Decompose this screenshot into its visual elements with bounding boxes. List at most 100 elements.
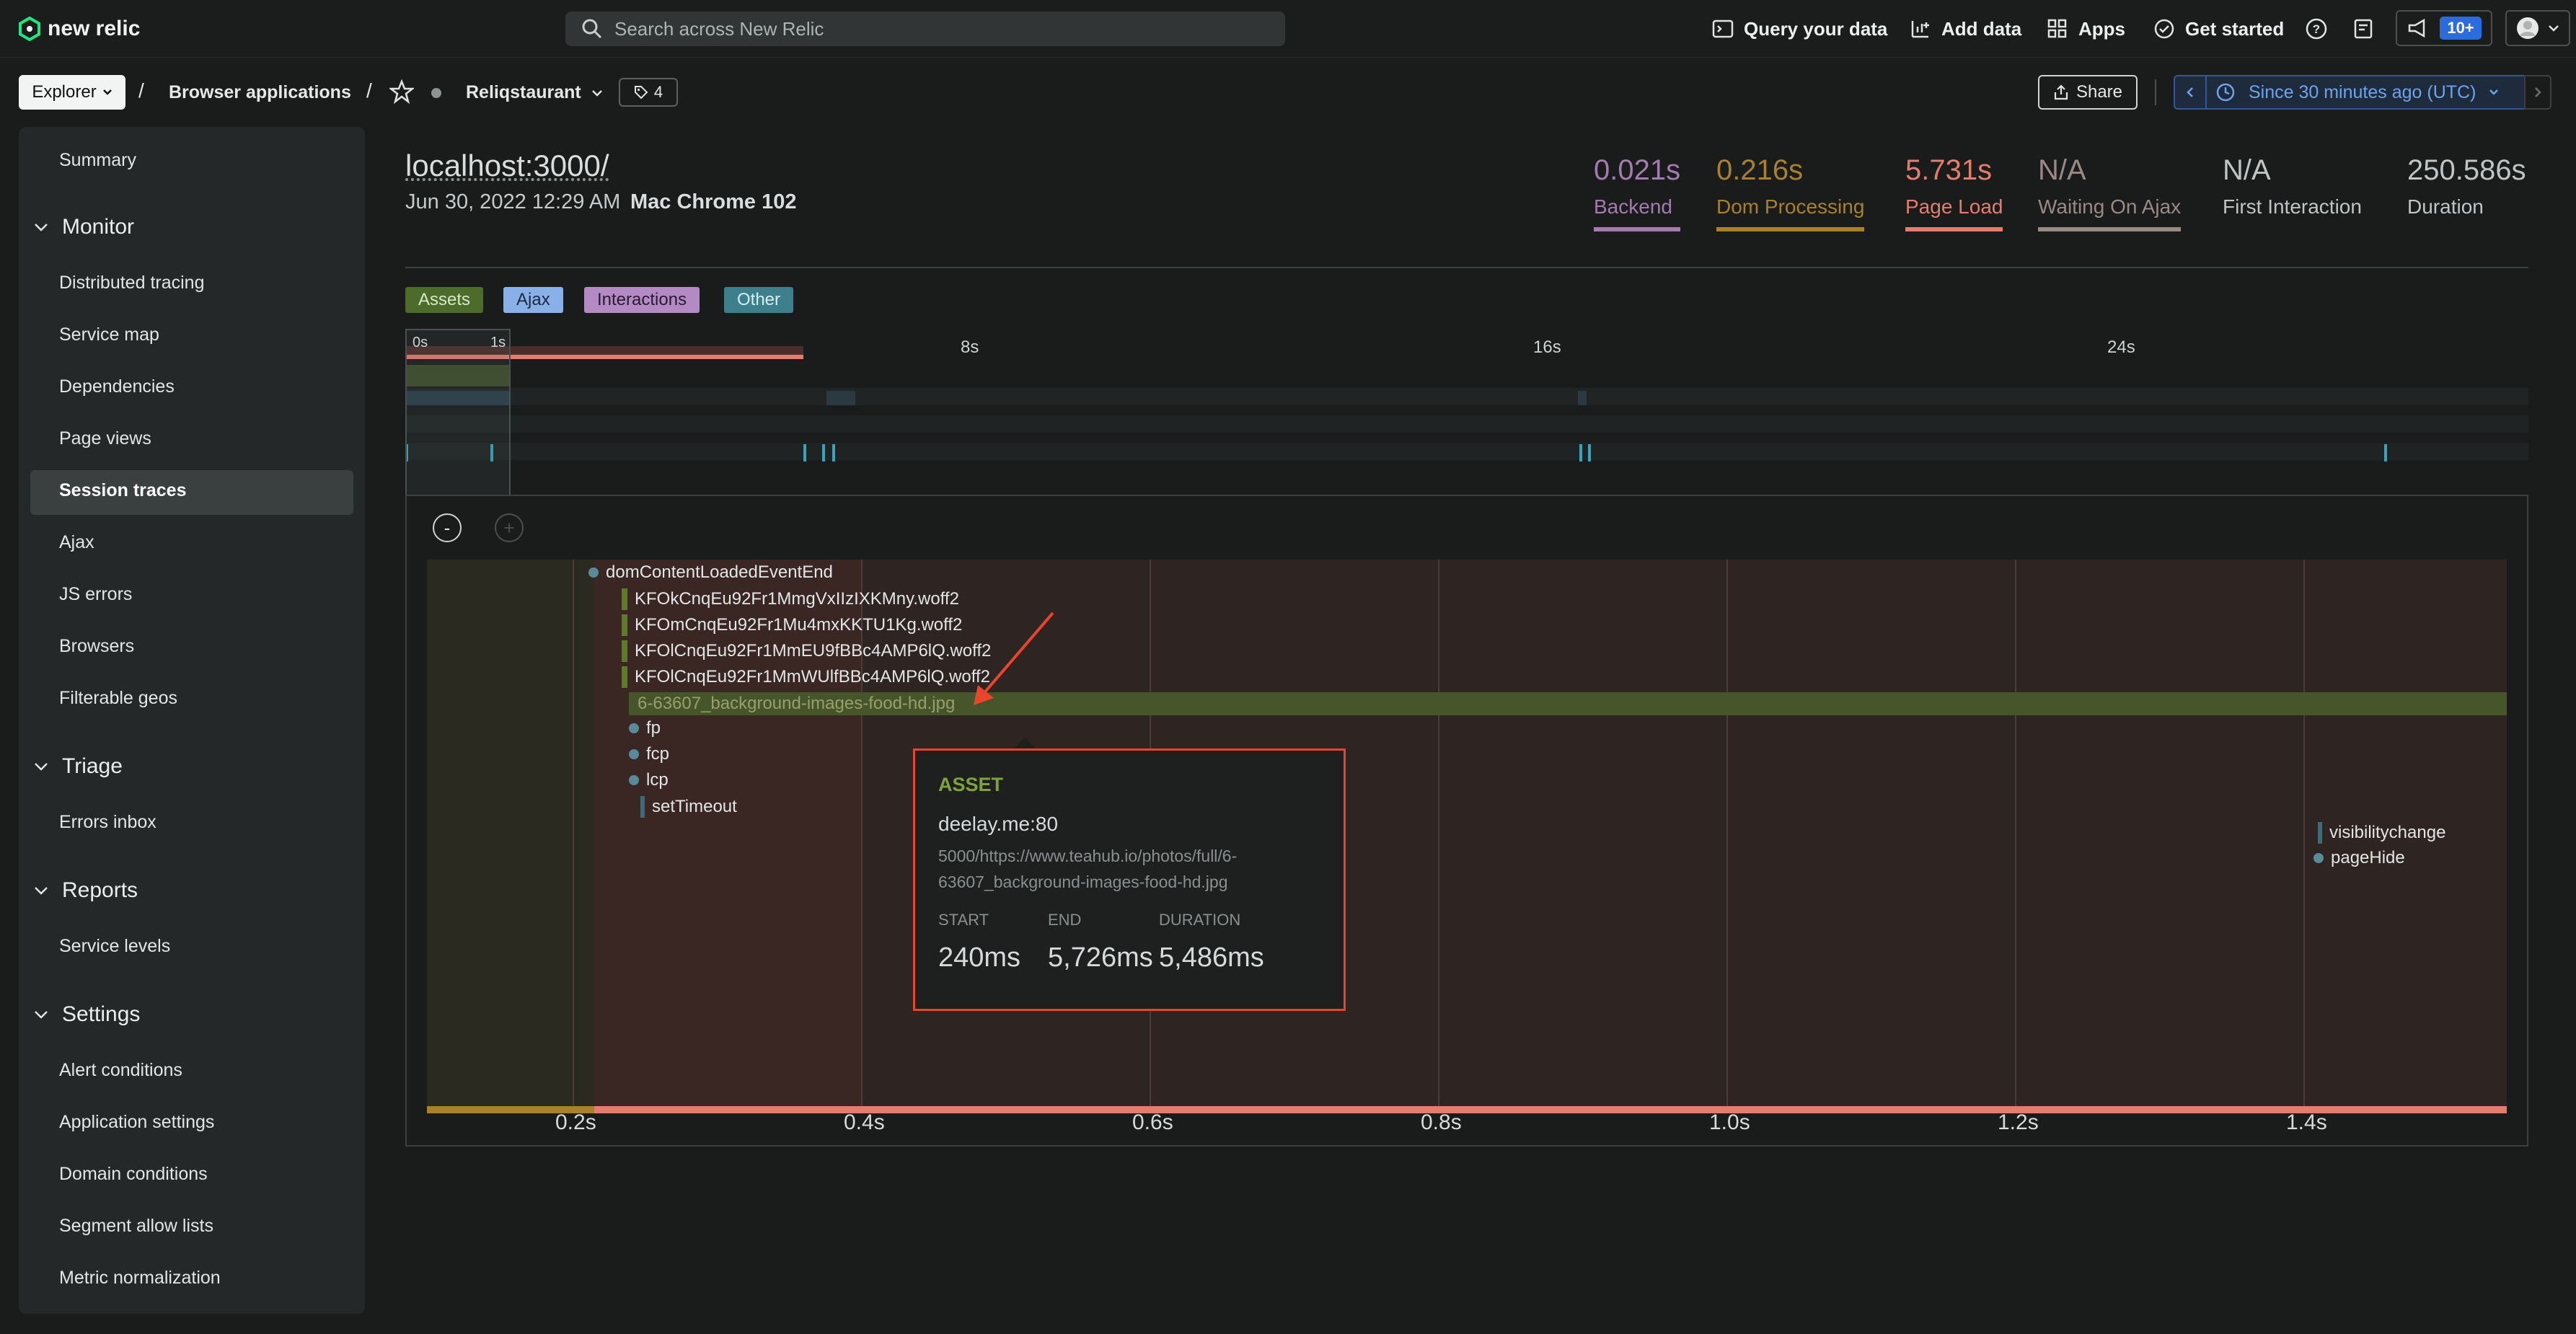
page-url[interactable]: localhost:3000/: [405, 149, 609, 183]
sidebar-item-application-settings[interactable]: Application settings: [59, 1112, 214, 1133]
event-pagehide[interactable]: pageHide: [2313, 848, 2405, 868]
sidebar-section-settings[interactable]: Settings: [33, 1002, 140, 1027]
announcements-button[interactable]: 10+: [2396, 10, 2492, 46]
megaphone-icon: [2409, 18, 2425, 38]
time-next-button[interactable]: [2524, 75, 2551, 110]
event-visibilitychange[interactable]: visibilitychange: [2318, 822, 2445, 844]
sidebar-item-js-errors[interactable]: JS errors: [59, 584, 132, 605]
asset-font-1[interactable]: KFOkCnqEu92Fr1MmgVxIIzIXKMny.woff2: [622, 588, 959, 610]
x-axis-label: 1.4s: [2286, 1110, 2327, 1134]
asset-font-4[interactable]: KFOlCnqEu92Fr1MmWUlfBBc4AMP6lQ.woff2: [622, 666, 990, 688]
asset-label: KFOkCnqEu92Fr1MmgVxIIzIXKMny.woff2: [635, 589, 959, 609]
overview-label-1s: 1s: [490, 335, 506, 350]
sidebar-item-distributed-tracing[interactable]: Distributed tracing: [59, 273, 204, 293]
sidebar-item-alert-conditions[interactable]: Alert conditions: [59, 1060, 182, 1081]
sidebar-item-errors-inbox[interactable]: Errors inbox: [59, 812, 156, 833]
sidebar-item-ajax[interactable]: Ajax: [59, 532, 94, 553]
event-marker: [629, 749, 639, 759]
query-your-data-button[interactable]: Query your data: [1712, 13, 1887, 45]
overview-timeline[interactable]: 0s 1s 8s 16s 24s: [405, 329, 2528, 495]
sidebar-item-dependencies[interactable]: Dependencies: [59, 376, 175, 397]
explorer-button[interactable]: Explorer: [19, 75, 125, 110]
tooltip-host: deelay.me:80: [938, 813, 1059, 835]
chevron-left-icon: [2187, 87, 2193, 97]
sidebar-item-domain-conditions[interactable]: Domain conditions: [59, 1164, 208, 1185]
event-marker: [629, 775, 639, 785]
legend-ajax[interactable]: Ajax: [503, 287, 563, 313]
metric-value: 0.216s: [1716, 154, 1804, 186]
sidebar-section-monitor-label: Monitor: [62, 215, 135, 239]
overview-mark: [832, 444, 835, 461]
sidebar-item-page-views[interactable]: Page views: [59, 428, 151, 449]
share-button[interactable]: Share: [2038, 75, 2138, 110]
sidebar-item-segment-allow-lists[interactable]: Segment allow lists: [59, 1216, 213, 1237]
chevron-down-icon: [35, 763, 48, 771]
legend-interactions[interactable]: Interactions: [584, 287, 700, 313]
zoom-in-button[interactable]: +: [495, 513, 524, 542]
chevron-down-icon: [102, 89, 112, 95]
get-started-label: Get started: [2185, 17, 2285, 40]
new-relic-logo[interactable]: new relic: [19, 13, 140, 45]
tags-button[interactable]: 4: [619, 78, 678, 107]
overview-mark: [1578, 391, 1587, 405]
asset-bar: [622, 666, 627, 688]
event-settimeout[interactable]: setTimeout: [640, 796, 737, 818]
asset-label: 6-63607_background-images-food-hd.jpg: [638, 694, 956, 713]
user-menu-button[interactable]: [2505, 10, 2570, 46]
sidebar-section-reports[interactable]: Reports: [33, 878, 138, 903]
apps-button[interactable]: Apps: [2047, 13, 2125, 45]
zoom-out-button[interactable]: -: [433, 513, 462, 542]
sidebar-item-summary[interactable]: Summary: [59, 150, 136, 171]
feedback-icon[interactable]: [2352, 17, 2376, 40]
explorer-label: Explorer: [32, 82, 97, 102]
zoom-in-label: +: [503, 516, 515, 539]
breadcrumb-browser-applications[interactable]: Browser applications: [169, 82, 351, 103]
asset-font-3[interactable]: KFOlCnqEu92Fr1MmEU9fBBc4AMP6lQ.woff2: [622, 640, 991, 662]
event-domcontentloaded[interactable]: domContentLoadedEventEnd: [588, 562, 833, 583]
tooltip-path: 5000/https://www.teahub.io/photos/full/6…: [938, 847, 1238, 891]
overview-mark: [1588, 444, 1591, 461]
breadcrumb-separator: /: [366, 79, 372, 102]
sidebar-section-triage[interactable]: Triage: [33, 754, 123, 779]
sidebar-item-browsers[interactable]: Browsers: [59, 636, 134, 657]
legend-other[interactable]: Other: [724, 287, 794, 313]
event-label: fp: [646, 718, 661, 738]
event-fp[interactable]: fp: [629, 718, 661, 738]
time-prev-button[interactable]: [2175, 76, 2207, 108]
event-label: domContentLoadedEventEnd: [606, 562, 833, 582]
overview-selection-window[interactable]: [405, 329, 511, 495]
sidebar-item-service-levels[interactable]: Service levels: [59, 936, 170, 957]
chevron-down-icon: [2489, 89, 2499, 95]
time-picker[interactable]: Since 30 minutes ago (UTC): [2174, 75, 2551, 110]
gridline: [1726, 560, 1728, 1108]
new-relic-logo-icon: [19, 17, 40, 41]
page-date: Jun 30, 2022 12:29 AM: [405, 190, 621, 213]
sidebar-item-filterable-geos[interactable]: Filterable geos: [59, 688, 177, 709]
sidebar-item-session-traces[interactable]: Session traces: [59, 480, 187, 501]
sidebar-item-service-map[interactable]: Service map: [59, 324, 159, 345]
metric-label: Backend: [1594, 195, 1681, 231]
asset-background-image[interactable]: 6-63607_background-images-food-hd.jpg: [638, 692, 955, 715]
add-data-label: Add data: [1941, 17, 2022, 40]
chevron-down-icon: [35, 1011, 48, 1019]
sidebar-item-metric-normalization[interactable]: Metric normalization: [59, 1268, 221, 1289]
add-data-button[interactable]: Add data: [1910, 13, 2021, 45]
favorite-star-icon[interactable]: [389, 79, 414, 104]
event-fcp[interactable]: fcp: [629, 744, 669, 764]
divider: [2155, 79, 2156, 105]
app-name-dropdown[interactable]: Reliqstaurant: [466, 82, 603, 103]
help-icon[interactable]: ?: [2305, 17, 2328, 40]
global-search-input[interactable]: Search across New Relic: [565, 12, 1285, 46]
event-bar: [640, 796, 645, 818]
metric-value: N/A: [2038, 154, 2086, 186]
sidebar-section-monitor[interactable]: Monitor: [33, 215, 134, 239]
legend-assets[interactable]: Assets: [405, 287, 484, 313]
chevron-down-icon: [35, 224, 48, 231]
asset-label: KFOlCnqEu92Fr1MmWUlfBBc4AMP6lQ.woff2: [635, 667, 991, 686]
metric-first-interaction: N/A First Interaction: [2223, 154, 2362, 227]
get-started-button[interactable]: Get started: [2153, 13, 2284, 45]
event-lcp[interactable]: lcp: [629, 770, 669, 790]
event-bar: [2318, 822, 2322, 844]
logo-text: new relic: [48, 17, 141, 40]
asset-font-2[interactable]: KFOmCnqEu92Fr1Mu4mxKKTU1Kg.woff2: [622, 614, 962, 636]
